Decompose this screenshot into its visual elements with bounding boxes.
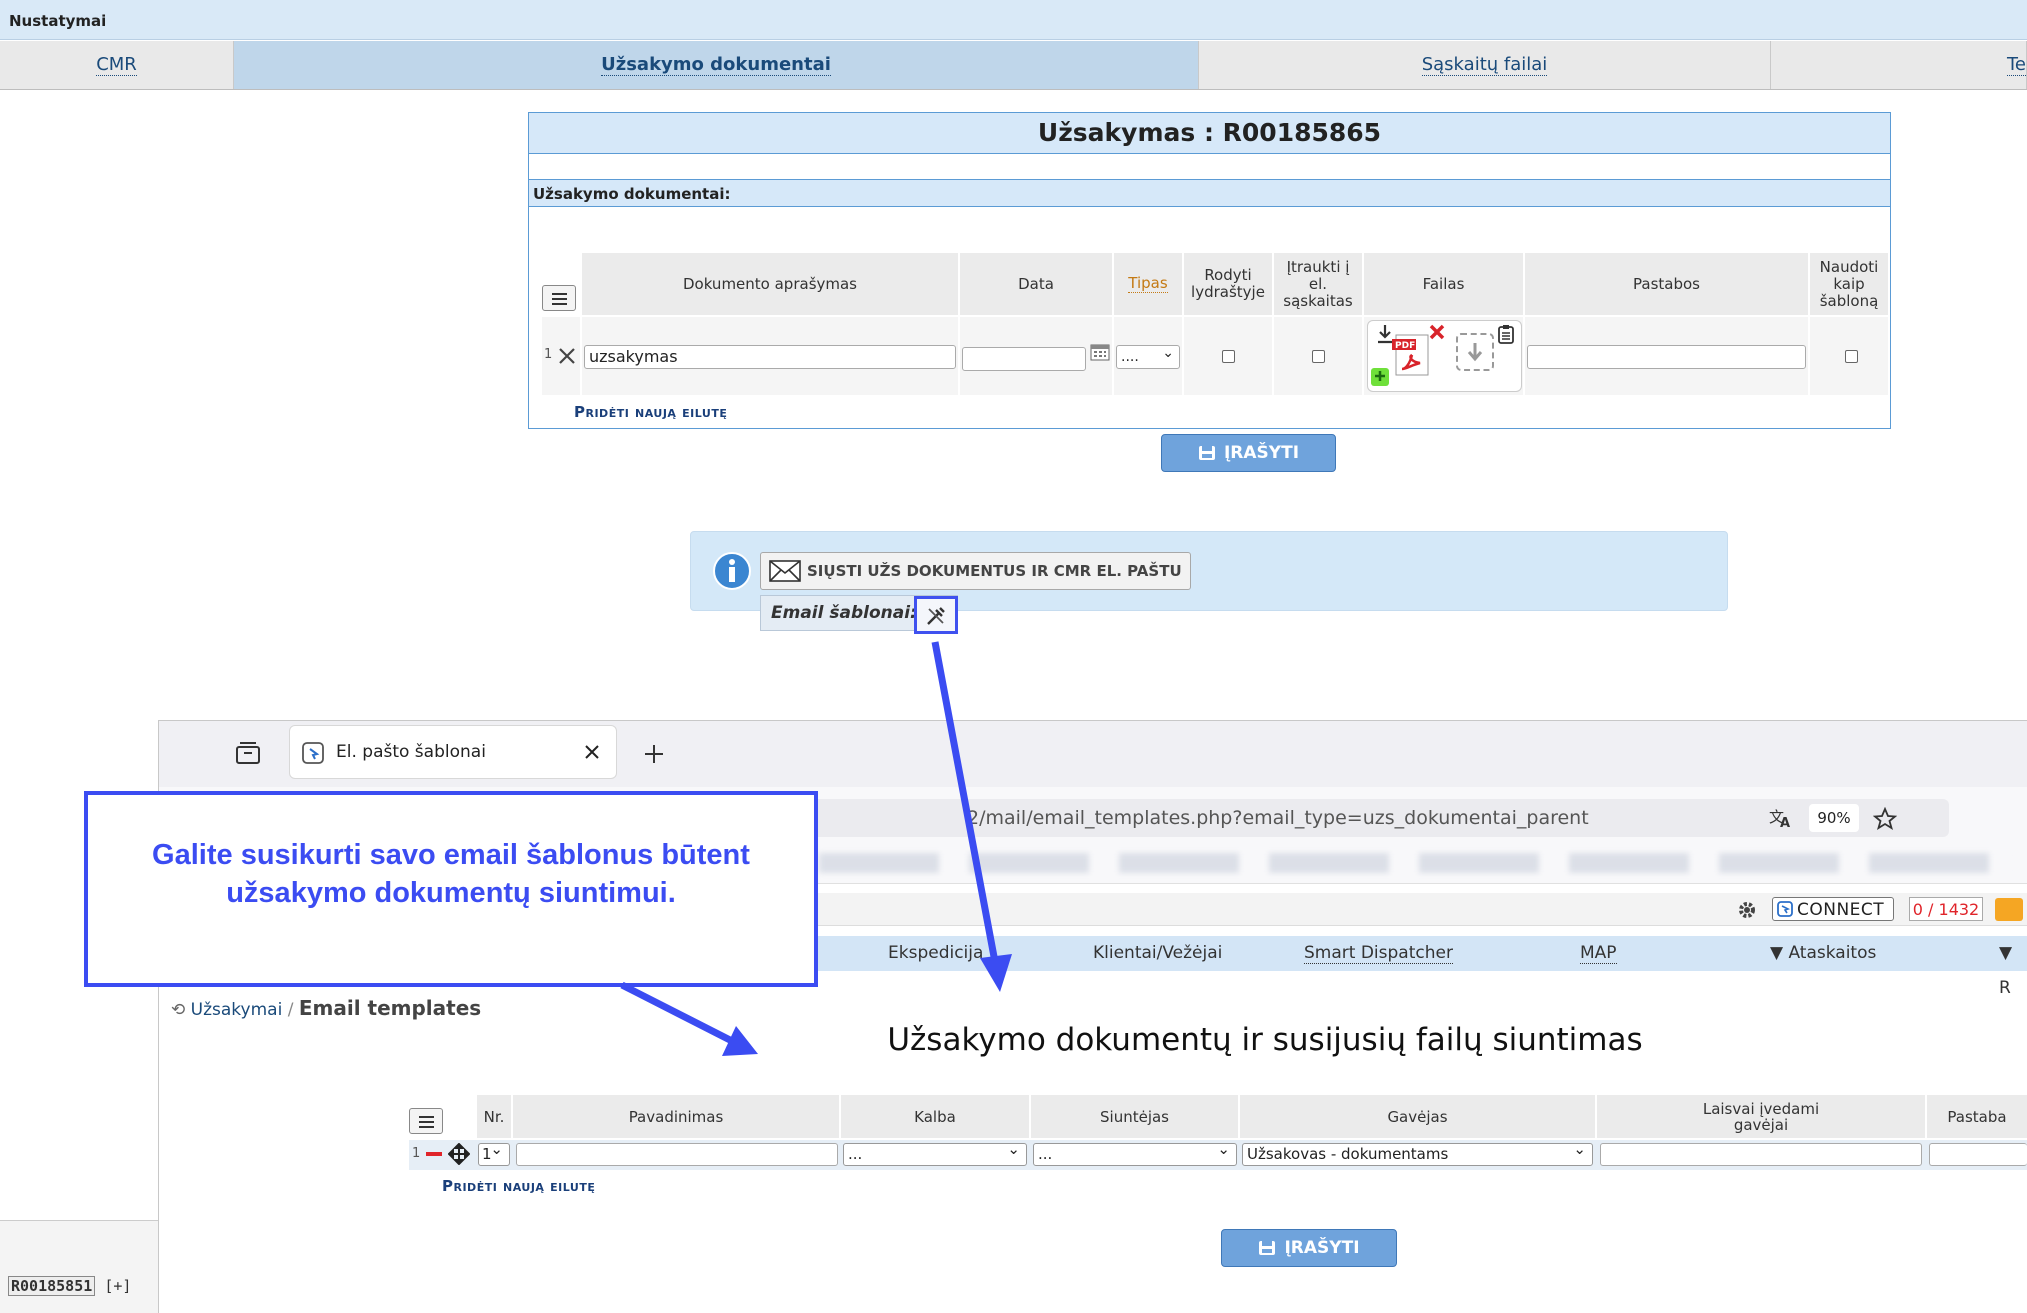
background-strip bbox=[0, 1220, 158, 1313]
template-nr-input[interactable]: 1 bbox=[478, 1139, 510, 1166]
history-icon: ⟲ bbox=[171, 1000, 186, 1020]
gear-icon[interactable] bbox=[1736, 899, 1758, 921]
col-show-cover: Rodyti lydraštyje bbox=[1184, 253, 1274, 315]
folder-icon[interactable] bbox=[1995, 898, 2023, 921]
templates-menu-button[interactable] bbox=[409, 1108, 443, 1134]
col-nr: Nr. bbox=[477, 1095, 513, 1138]
connect-button[interactable]: CONNECT bbox=[1772, 897, 1894, 921]
arrow-down-icon bbox=[1467, 343, 1483, 362]
bookmark-star-icon[interactable] bbox=[1873, 807, 1897, 831]
col-name: Pavadinimas bbox=[513, 1095, 841, 1138]
col-use-template: Naudoti kaip šabloną bbox=[1810, 253, 1890, 315]
delete-row-icon[interactable] bbox=[558, 347, 576, 365]
pdf-file-icon[interactable]: PDF bbox=[1392, 331, 1432, 377]
show-cover-checkbox[interactable] bbox=[1222, 350, 1235, 363]
breadcrumb-current: Email templates bbox=[298, 996, 482, 1020]
template-name-input[interactable] bbox=[516, 1143, 838, 1166]
language-select[interactable]: ... bbox=[843, 1139, 1027, 1166]
drop-zone[interactable] bbox=[1456, 333, 1494, 371]
col-notes: Pastabos bbox=[1525, 253, 1810, 315]
col-date: Data bbox=[960, 253, 1114, 315]
nav-klientai[interactable]: Klientai/Vežėjai bbox=[1093, 936, 1222, 971]
svg-text:PDF: PDF bbox=[1395, 341, 1415, 351]
app-title: Nustatymai bbox=[0, 0, 2027, 40]
top-tab-bar: CMR Užsakymo dokumentai Sąskaitų failai … bbox=[0, 41, 2027, 90]
zoom-level[interactable]: 90% bbox=[1809, 804, 1859, 832]
order-title: Užsakymas : R00185865 bbox=[529, 113, 1890, 154]
tab-cmr[interactable]: CMR bbox=[0, 41, 234, 89]
browser-tab-email-templates[interactable]: El. pašto šablonai bbox=[289, 725, 617, 779]
tab-groups-icon[interactable] bbox=[235, 741, 261, 765]
note-input[interactable] bbox=[1929, 1143, 2027, 1166]
notes-input[interactable] bbox=[1527, 345, 1806, 369]
use-template-checkbox[interactable] bbox=[1845, 350, 1858, 363]
col-include-invoice: Įtraukti į el. sąskaitas bbox=[1274, 253, 1364, 315]
file-box: PDF bbox=[1367, 320, 1522, 392]
nav-map[interactable]: MAP bbox=[1580, 936, 1617, 971]
save-button[interactable]: ĮRAŠYTI bbox=[1161, 434, 1336, 472]
col-sender: Siuntėjas bbox=[1031, 1095, 1240, 1138]
save-icon bbox=[1198, 446, 1215, 460]
add-row-link[interactable]: Pridėti naują eilutę bbox=[574, 403, 727, 421]
nav-ataskaitos[interactable]: ▼ Ataskaitos bbox=[1770, 936, 1876, 971]
section-title: Užsakymo dokumentai: bbox=[529, 179, 1890, 207]
col-note: Pastaba bbox=[1927, 1095, 2027, 1138]
save-icon bbox=[1259, 1241, 1276, 1255]
address-field[interactable]: 2/mail/email_templates.php?email_type=uz… bbox=[759, 799, 1949, 837]
tab-invoice-files[interactable]: Sąskaitų failai bbox=[1199, 41, 1771, 89]
info-icon bbox=[713, 552, 751, 590]
clipboard-icon[interactable] bbox=[1498, 324, 1514, 344]
unread-counter[interactable]: 0 / 1432 bbox=[1909, 897, 1983, 921]
row-controls: 1 bbox=[542, 317, 582, 395]
page-title: Užsakymo dokumentų ir susijusių failų si… bbox=[887, 1022, 1643, 1058]
free-receivers-input[interactable] bbox=[1600, 1143, 1922, 1166]
nav-more[interactable]: ▼ R bbox=[1999, 936, 2027, 998]
sender-select[interactable]: ... bbox=[1033, 1139, 1237, 1166]
tab-more[interactable]: Te bbox=[1771, 41, 2027, 89]
new-tab-icon[interactable] bbox=[643, 743, 665, 765]
col-description: Dokumento aprašymas bbox=[582, 253, 960, 315]
tab-order-documents[interactable]: Užsakymo dokumentai bbox=[234, 41, 1199, 89]
col-receiver: Gavėjas bbox=[1240, 1095, 1597, 1138]
close-tab-icon[interactable] bbox=[584, 744, 600, 760]
url-text: 2/mail/email_templates.php?email_type=uz… bbox=[967, 807, 1589, 829]
nav-smart-dispatcher[interactable]: Smart Dispatcher bbox=[1304, 936, 1453, 971]
date-input[interactable] bbox=[962, 347, 1086, 371]
row-index: 1 bbox=[412, 1146, 421, 1161]
breadcrumb-link[interactable]: Užsakymai bbox=[191, 1000, 283, 1020]
site-favicon-icon bbox=[302, 742, 324, 764]
order-documents-panel: Užsakymas : R00185865 Užsakymo dokumenta… bbox=[528, 112, 1891, 429]
include-invoice-checkbox[interactable] bbox=[1312, 350, 1325, 363]
status-order-ref[interactable]: R00185851 [+] bbox=[8, 1276, 131, 1296]
annotation-callout: Galite susikurti savo email šablonus būt… bbox=[84, 791, 818, 987]
row-number: 1 bbox=[544, 347, 553, 362]
remove-file-icon[interactable] bbox=[1428, 323, 1446, 341]
type-select[interactable]: .... ⌄ bbox=[1116, 345, 1180, 369]
col-free-receivers: Laisvai įvedami gavėjai bbox=[1597, 1095, 1927, 1138]
remove-row-icon[interactable] bbox=[426, 1152, 442, 1156]
col-files: Failas bbox=[1364, 253, 1525, 315]
description-input[interactable]: uzsakymas bbox=[584, 345, 956, 369]
translate-icon[interactable]: 文A bbox=[1769, 807, 1793, 829]
send-documents-button[interactable]: SIŲSTI UŽS DOKUMENTUS IR CMR EL. PAŠTU bbox=[760, 552, 1191, 590]
calendar-icon[interactable] bbox=[1090, 343, 1110, 361]
col-language: Kalba bbox=[841, 1095, 1031, 1138]
svg-text:A: A bbox=[1780, 816, 1790, 829]
templates-save-button[interactable]: ĮRAŠYTI bbox=[1221, 1229, 1397, 1267]
attach-file-icon[interactable] bbox=[1370, 367, 1390, 387]
connect-icon bbox=[1777, 901, 1793, 917]
email-templates-settings-button[interactable] bbox=[914, 596, 958, 634]
receiver-select[interactable]: Užsakovas - dokumentams bbox=[1242, 1139, 1593, 1166]
breadcrumb: ⟲ Užsakymai / Email templates bbox=[171, 996, 482, 1020]
nav-ekspedicija[interactable]: Ekspedicija bbox=[888, 936, 983, 971]
col-type[interactable]: Tipas bbox=[1114, 253, 1184, 315]
move-row-icon[interactable] bbox=[448, 1143, 470, 1165]
table-menu-button[interactable] bbox=[542, 285, 576, 311]
envelope-icon bbox=[769, 560, 801, 582]
tools-icon bbox=[927, 607, 945, 625]
templates-add-row-link[interactable]: Pridėti naują eilutę bbox=[442, 1177, 595, 1195]
